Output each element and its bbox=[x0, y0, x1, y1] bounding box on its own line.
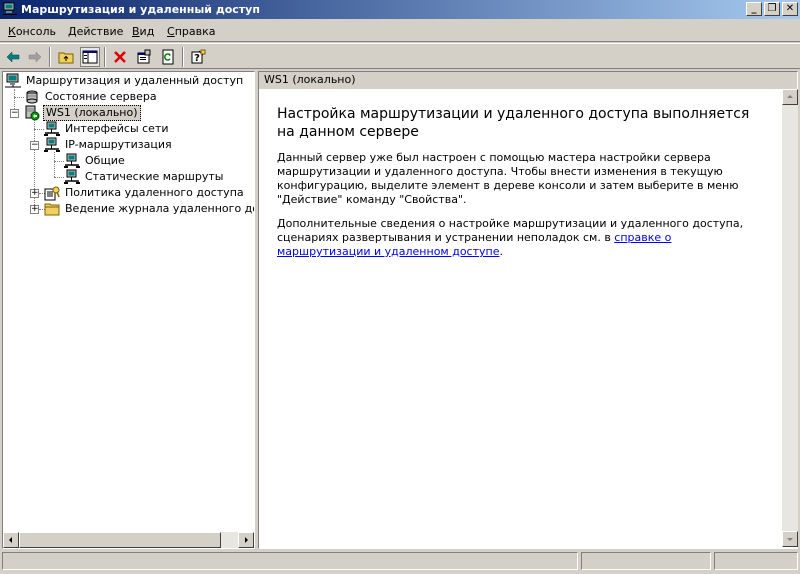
menu-console[interactable]: Консоль bbox=[8, 25, 56, 38]
folder-icon bbox=[44, 203, 60, 216]
routing-server-icon bbox=[5, 73, 21, 88]
menu-help[interactable]: Справка bbox=[167, 25, 215, 38]
show-hide-tree-icon[interactable] bbox=[80, 47, 100, 67]
tree-root-label: Маршрутизация и удаленный доступ bbox=[26, 74, 244, 87]
status-cell-2 bbox=[581, 552, 711, 570]
tree-item-general[interactable]: Общие bbox=[64, 153, 127, 169]
window-title: Маршрутизация и удаленный доступ bbox=[21, 3, 260, 16]
up-folder-icon[interactable] bbox=[56, 47, 76, 67]
server-green-icon bbox=[25, 105, 40, 121]
back-icon[interactable] bbox=[3, 47, 23, 67]
static-routes-icon bbox=[64, 169, 80, 184]
scroll-thumb[interactable] bbox=[19, 532, 221, 548]
toolbar: ? bbox=[0, 43, 800, 69]
expander-plus[interactable]: + bbox=[30, 205, 39, 214]
details-vertical-scrollbar[interactable] bbox=[782, 89, 798, 547]
delete-icon[interactable] bbox=[110, 47, 130, 67]
content-paragraph-2: Дополнительные сведения о настройке марш… bbox=[277, 217, 757, 259]
tree-horizontal-scrollbar[interactable] bbox=[3, 532, 254, 548]
menu-bar: Консоль Действие Вид Справка bbox=[0, 20, 800, 42]
general-icon bbox=[64, 153, 80, 168]
menu-view[interactable]: Вид bbox=[132, 25, 154, 38]
title-bar: Маршрутизация и удаленный доступ _ ❐ ✕ bbox=[0, 0, 800, 19]
network-interfaces-icon bbox=[44, 121, 60, 136]
menu-action[interactable]: Действие bbox=[68, 25, 123, 38]
server-status-icon bbox=[26, 90, 38, 104]
tree-item-label: Состояние сервера bbox=[45, 90, 157, 103]
restore-button[interactable]: ❐ bbox=[764, 2, 780, 16]
forward-icon[interactable] bbox=[25, 47, 45, 67]
expander-minus[interactable]: − bbox=[30, 141, 39, 150]
expander-plus[interactable]: + bbox=[30, 189, 39, 198]
scroll-up-button[interactable] bbox=[782, 89, 798, 105]
ip-routing-icon bbox=[44, 137, 60, 152]
status-cell-3 bbox=[714, 552, 798, 570]
tree-item-label: Статические маршруты bbox=[85, 170, 224, 183]
expander-minus[interactable]: − bbox=[10, 109, 19, 118]
arrow-right-icon bbox=[245, 537, 248, 543]
tree-root[interactable]: Маршрутизация и удаленный доступ bbox=[5, 73, 245, 89]
status-bar bbox=[0, 552, 800, 572]
help-icon[interactable]: ? bbox=[188, 47, 208, 67]
tree-item-remote-access-policy[interactable]: Политика удаленного доступа bbox=[44, 185, 246, 201]
refresh-icon[interactable] bbox=[158, 47, 178, 67]
svg-text:?: ? bbox=[194, 53, 200, 64]
content-paragraph-1: Данный сервер уже был настроен с помощью… bbox=[277, 151, 739, 206]
paragraph-2-text: Дополнительные сведения о настройке марш… bbox=[277, 217, 744, 244]
details-header: WS1 (локально) bbox=[258, 71, 798, 89]
console-tree: Маршрутизация и удаленный доступ Состоян… bbox=[2, 71, 255, 549]
paragraph-2-suffix: . bbox=[499, 245, 503, 258]
tree-item-server[interactable]: WS1 (локально) bbox=[24, 105, 141, 121]
tree-item-server-status[interactable]: Состояние сервера bbox=[24, 89, 159, 105]
minimize-button[interactable]: _ bbox=[746, 2, 762, 16]
tree-item-label: Общие bbox=[85, 154, 125, 167]
tree-item-label: Интерфейсы сети bbox=[65, 122, 169, 135]
tree-item-label: Ведение журнала удаленного доступа bbox=[65, 202, 254, 215]
content-title: Настройка маршрутизации и удаленного дос… bbox=[277, 106, 750, 140]
scroll-right-button[interactable] bbox=[238, 532, 254, 548]
tree-item-remote-access-logging[interactable]: Ведение журнала удаленного доступа bbox=[44, 201, 254, 217]
scroll-left-button[interactable] bbox=[3, 532, 19, 548]
routing-app-icon bbox=[3, 2, 17, 15]
tree-item-label: IP-маршрутизация bbox=[65, 138, 172, 151]
policy-icon bbox=[44, 186, 60, 201]
close-button[interactable]: ✕ bbox=[782, 2, 798, 16]
tree-item-interfaces[interactable]: Интерфейсы сети bbox=[44, 121, 171, 137]
arrow-up-icon bbox=[787, 95, 793, 98]
tree-item-label: Политика удаленного доступа bbox=[65, 186, 244, 199]
status-cell-main bbox=[2, 552, 578, 570]
tree-item-label: WS1 (локально) bbox=[43, 105, 141, 121]
tree-item-static-routes[interactable]: Статические маршруты bbox=[64, 169, 225, 185]
arrow-left-icon bbox=[9, 537, 12, 543]
details-pane: Настройка маршрутизации и удаленного дос… bbox=[258, 89, 798, 549]
properties-icon[interactable] bbox=[134, 47, 154, 67]
tree-item-ip-routing[interactable]: IP-маршрутизация bbox=[44, 137, 174, 153]
arrow-down-icon bbox=[787, 538, 793, 541]
scroll-down-button[interactable] bbox=[782, 531, 798, 547]
